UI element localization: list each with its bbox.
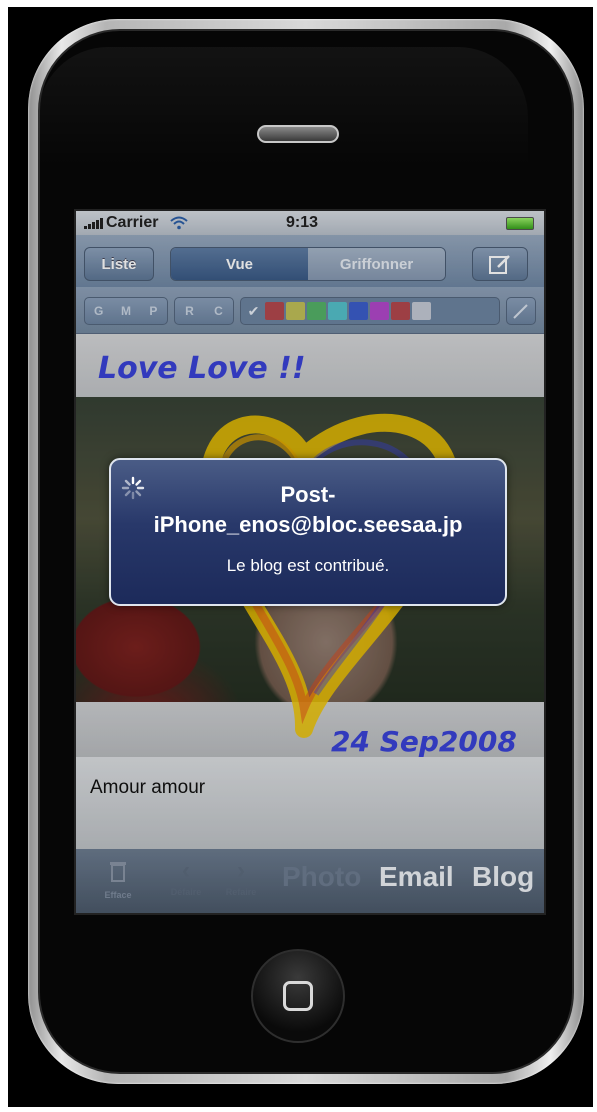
posting-alert: Post- iPhone_enos@bloc.seesaa.jp Le blog… <box>109 458 507 606</box>
alert-title: Post- iPhone_enos@bloc.seesaa.jp <box>111 480 505 540</box>
alert-message: Le blog est contribué. <box>226 556 390 575</box>
background: Carrier 9:13 Liste Vue Griffonner G M P … <box>8 7 593 1107</box>
home-square-icon <box>283 981 313 1011</box>
earpiece-speaker <box>257 125 339 143</box>
bezel-glare <box>38 47 528 167</box>
alert-title-line2: iPhone_enos@bloc.seesaa.jp <box>153 512 463 537</box>
alert-title-line1: Post- <box>280 482 336 507</box>
home-button[interactable] <box>251 949 345 1043</box>
screen: Carrier 9:13 Liste Vue Griffonner G M P … <box>74 209 546 915</box>
